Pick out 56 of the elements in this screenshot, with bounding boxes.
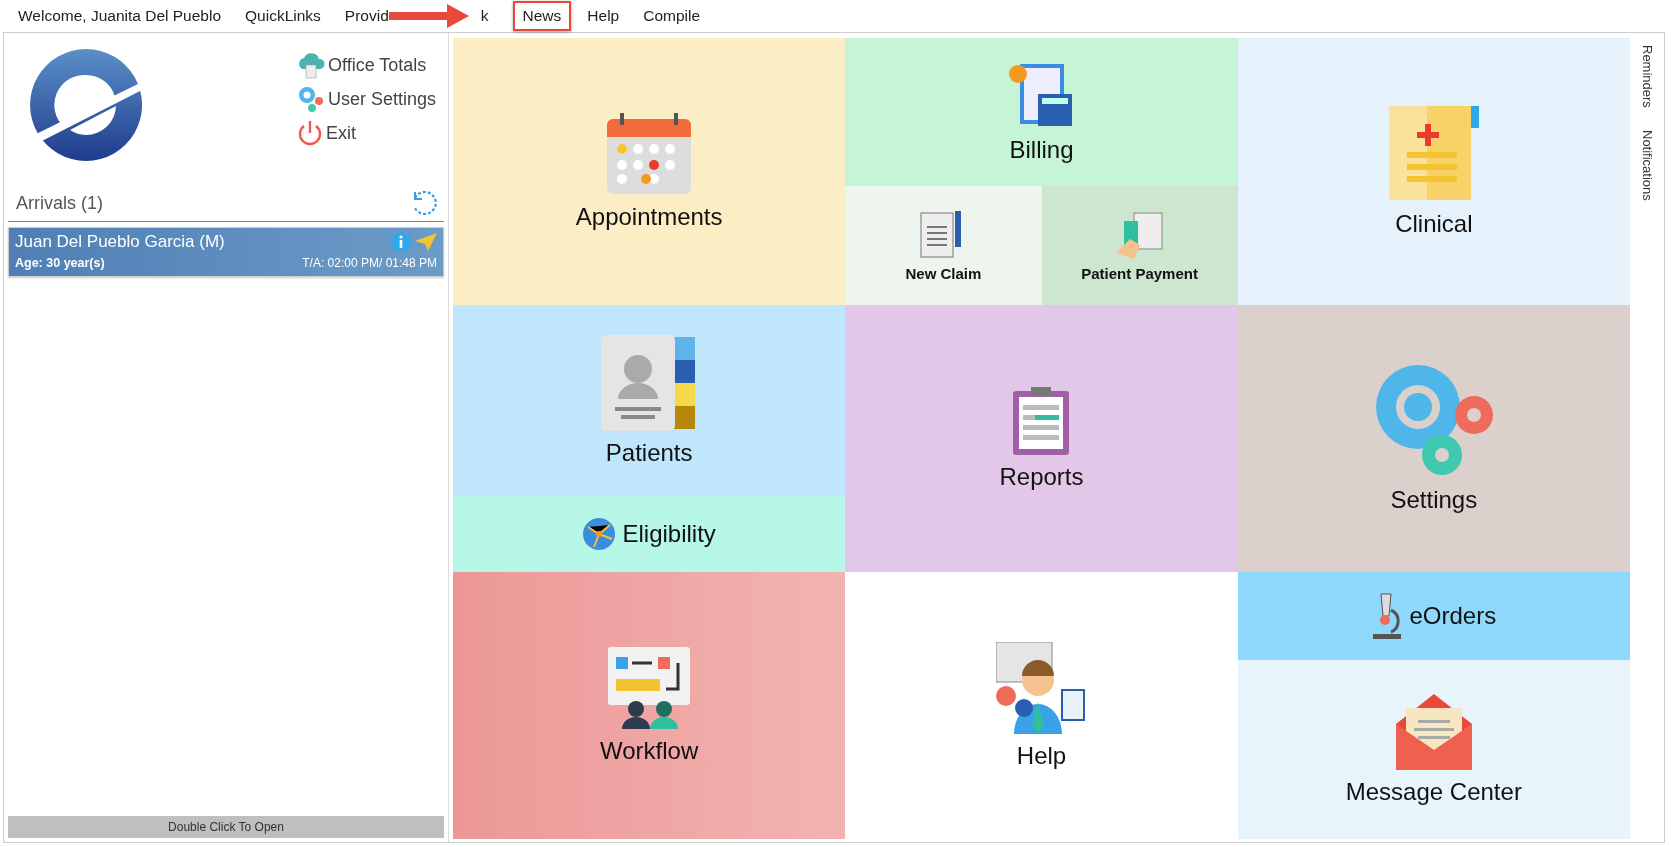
support-person-icon bbox=[996, 641, 1087, 734]
tile[interactable]: Patient Payment bbox=[1041, 186, 1238, 305]
tile-label: eOrders bbox=[1409, 602, 1497, 630]
tile[interactable]: Reports bbox=[845, 305, 1238, 572]
arrival-card[interactable]: Juan Del Pueblo Garcia (M) Age: 30 year(s) T/A: 02:00 PM/ 01:48 PM bbox=[8, 227, 444, 277]
tile-label: Patients bbox=[605, 438, 693, 467]
tile-label: Patient Payment bbox=[1081, 265, 1198, 282]
user-settings-link[interactable]: User Settings bbox=[295, 85, 436, 113]
side-tab[interactable]: Notifications bbox=[1639, 129, 1655, 201]
status-bar: Double Click To Open bbox=[8, 816, 444, 838]
side-tab[interactable]: Reminders bbox=[1639, 45, 1655, 108]
microscope-icon bbox=[1371, 592, 1404, 640]
tile-label: Appointments bbox=[575, 202, 723, 231]
info-icon[interactable] bbox=[391, 232, 411, 252]
tile-label: Clinical bbox=[1395, 209, 1473, 238]
tile[interactable]: eOrders bbox=[1237, 572, 1630, 660]
network-globe-icon bbox=[582, 517, 617, 551]
tile[interactable]: Workflow bbox=[453, 572, 846, 839]
tile-label: Workflow bbox=[600, 736, 699, 765]
menu-item[interactable]: Provid bbox=[336, 3, 389, 29]
tile[interactable]: Message Center bbox=[1237, 660, 1630, 839]
arrivals-title: Arrivals (1) bbox=[16, 192, 103, 214]
exit-link[interactable]: Exit bbox=[295, 119, 436, 147]
tile[interactable]: Appointments bbox=[453, 38, 846, 305]
envelope-icon bbox=[1395, 693, 1472, 770]
presentation-icon bbox=[608, 646, 691, 729]
tile-label: Billing bbox=[1009, 136, 1074, 164]
tile[interactable]: Eligibility bbox=[453, 496, 846, 572]
highlighted-menu-item[interactable]: News bbox=[512, 1, 572, 31]
tile[interactable]: Clinical bbox=[1237, 38, 1630, 305]
document-icon bbox=[1388, 105, 1479, 202]
tile-label: Reports bbox=[999, 462, 1084, 491]
paper-plane-icon[interactable] bbox=[415, 232, 437, 252]
gears-icon bbox=[1373, 363, 1494, 478]
calendar-icon bbox=[606, 112, 693, 195]
office-totals-link[interactable]: Office Totals bbox=[295, 51, 436, 79]
tile-label: Help bbox=[1016, 741, 1067, 770]
menu-item[interactable]: Welcome, Juanita Del Pueblo bbox=[10, 3, 230, 29]
menu-item[interactable]: Help bbox=[579, 3, 628, 29]
tile-label: Settings bbox=[1390, 486, 1478, 514]
patient-age: Age: 30 year(s) bbox=[15, 256, 105, 270]
tile-label: Eligibility bbox=[622, 520, 716, 548]
tile-label: New Claim bbox=[905, 265, 982, 282]
tile[interactable]: New Claim bbox=[845, 186, 1042, 305]
menu-item[interactable]: QuickLinks bbox=[237, 3, 329, 29]
appointment-times: T/A: 02:00 PM/ 01:48 PM bbox=[302, 256, 437, 270]
tile[interactable]: Patients bbox=[453, 305, 846, 496]
logo-icon bbox=[30, 47, 142, 163]
menu-item[interactable]: k bbox=[472, 3, 497, 29]
patient-name: Juan Del Pueblo Garcia (M) bbox=[15, 232, 226, 252]
tile[interactable]: Billing bbox=[845, 38, 1238, 186]
tile[interactable]: Settings bbox=[1237, 305, 1630, 572]
contact-book-icon bbox=[601, 334, 698, 431]
menu-item[interactable]: Compile bbox=[635, 3, 709, 29]
tile-label: Message Center bbox=[1345, 777, 1522, 806]
clipboard-icon bbox=[1013, 386, 1070, 455]
